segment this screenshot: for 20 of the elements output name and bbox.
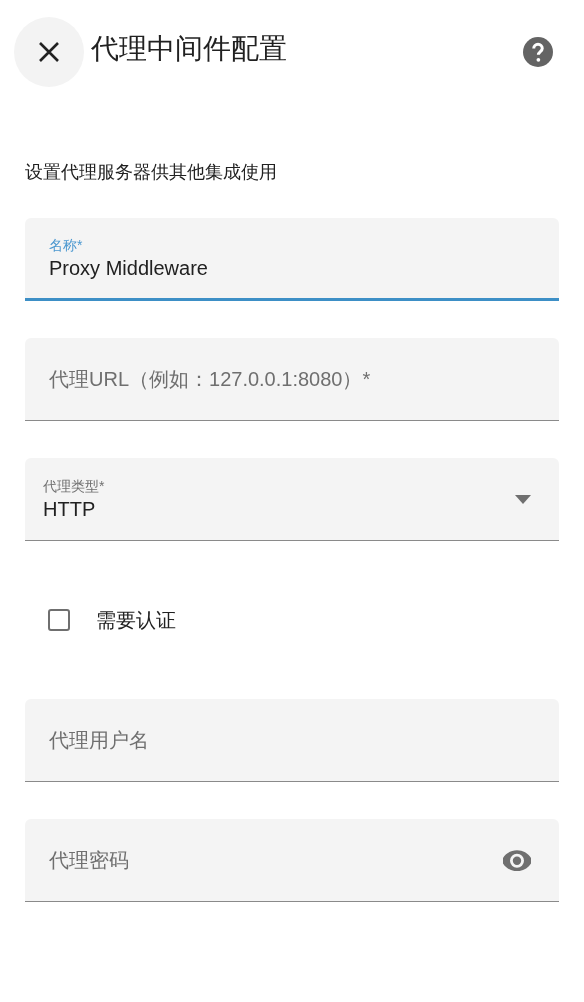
input-field[interactable]: 代理用户名	[25, 699, 559, 782]
input-field[interactable]: 代理URL（例如：127.0.0.1:8080）*	[25, 338, 559, 421]
text-input[interactable]: 代理用户名	[49, 728, 535, 752]
field-label: 代理类型*	[43, 477, 105, 496]
eye-icon[interactable]	[503, 849, 531, 871]
selected-value: HTTP	[43, 497, 96, 521]
input-field[interactable]: 名称* Proxy Middleware	[25, 218, 559, 301]
help-icon[interactable]	[523, 37, 553, 67]
dropdown-field[interactable]: 代理类型* HTTP	[25, 458, 559, 541]
checkbox[interactable]	[48, 609, 70, 631]
password-field[interactable]: 代理密码	[25, 819, 559, 902]
caret-icon	[515, 495, 531, 504]
text-input[interactable]: 代理URL（例如：127.0.0.1:8080）*	[49, 367, 535, 391]
description-text: 设置代理服务器供其他集成使用	[25, 161, 278, 184]
checkbox-label[interactable]: 需要认证	[96, 606, 176, 634]
text-input[interactable]: Proxy Middleware	[49, 256, 535, 280]
close-icon	[38, 41, 60, 63]
password-input[interactable]: 代理密码	[49, 848, 535, 872]
field-label: 名称*	[49, 236, 84, 255]
dialog-title: 代理中间件配置	[91, 32, 288, 66]
